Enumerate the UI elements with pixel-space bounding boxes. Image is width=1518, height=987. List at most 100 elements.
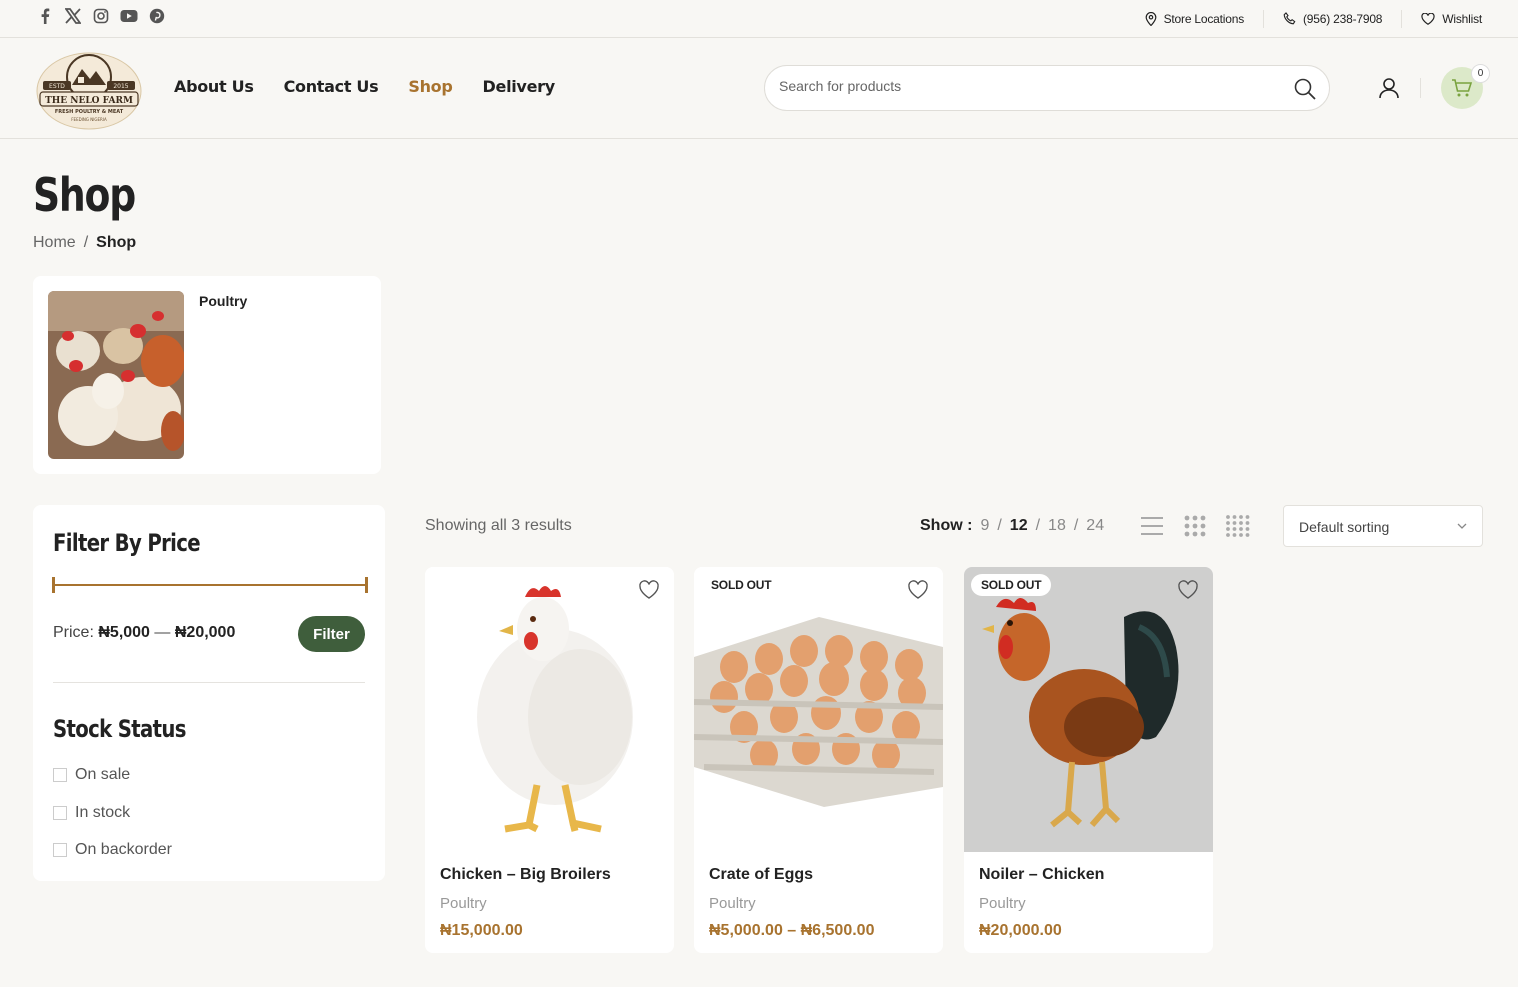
sort-value: Default sorting bbox=[1299, 519, 1390, 535]
product-price: ₦15,000.00 bbox=[440, 922, 523, 939]
product-name[interactable]: Chicken – Big Broilers bbox=[440, 866, 611, 884]
logo[interactable]: ESTD 2015 THE NELO FARM FRESH POULTRY & … bbox=[34, 47, 144, 131]
header-divider bbox=[1420, 78, 1421, 98]
stock-option-on-sale[interactable]: On sale bbox=[53, 766, 130, 784]
phone-link[interactable]: (956) 238-7908 bbox=[1264, 9, 1403, 28]
search-input[interactable] bbox=[779, 78, 1279, 94]
heart-icon[interactable] bbox=[1177, 579, 1199, 601]
price-max: ₦20,000 bbox=[174, 624, 236, 641]
top-bar: Store Locations (956) 238-7908 Wishlist bbox=[0, 0, 1518, 38]
product-name[interactable]: Noiler – Chicken bbox=[979, 866, 1104, 884]
price-label: Price: bbox=[53, 624, 94, 641]
price-dash: — bbox=[154, 624, 171, 641]
stock-option-in-stock[interactable]: In stock bbox=[53, 804, 130, 822]
heart-icon bbox=[1421, 12, 1435, 25]
search-box bbox=[764, 65, 1330, 111]
per-page-12[interactable]: 12 bbox=[1010, 517, 1028, 535]
sort-select[interactable]: Default sorting bbox=[1283, 505, 1483, 547]
checkbox[interactable] bbox=[53, 806, 67, 820]
checkbox[interactable] bbox=[53, 768, 67, 782]
product-image bbox=[694, 567, 943, 852]
search-icon[interactable] bbox=[1293, 77, 1317, 101]
product-image bbox=[964, 567, 1213, 852]
user-icon[interactable] bbox=[1377, 76, 1401, 100]
map-pin-icon bbox=[1145, 11, 1157, 26]
stock-option-on-backorder[interactable]: On backorder bbox=[53, 841, 172, 859]
x-icon[interactable] bbox=[64, 7, 82, 25]
filter-divider bbox=[53, 682, 365, 683]
chevron-down-icon bbox=[1457, 523, 1467, 529]
per-page-18[interactable]: 18 bbox=[1048, 517, 1066, 535]
wishlist-link[interactable]: Wishlist bbox=[1402, 10, 1482, 28]
logo-year: 2015 bbox=[113, 83, 128, 90]
breadcrumb-home[interactable]: Home bbox=[33, 234, 76, 252]
product-price: ₦20,000.00 bbox=[979, 922, 1062, 939]
product-category[interactable]: Poultry bbox=[440, 895, 487, 912]
price-slider-max-handle[interactable] bbox=[365, 577, 368, 593]
store-locations-label: Store Locations bbox=[1163, 11, 1245, 26]
heart-icon[interactable] bbox=[638, 579, 660, 601]
facebook-icon[interactable] bbox=[36, 7, 54, 25]
per-page-selector: Show : 9 / 12 / 18 / 24 bbox=[920, 517, 1104, 535]
per-page-sep: / bbox=[1073, 517, 1079, 534]
price-slider-min-handle[interactable] bbox=[52, 577, 55, 593]
heart-icon[interactable] bbox=[907, 579, 929, 601]
store-locations-link[interactable]: Store Locations bbox=[1126, 9, 1264, 28]
price-min: ₦5,000 bbox=[98, 624, 150, 641]
product-card[interactable]: SOLD OUT Crate of Eggs Poultry ₦5,000.00… bbox=[694, 567, 943, 953]
per-page-24[interactable]: 24 bbox=[1086, 517, 1104, 535]
logo-sub: FEEDING NIGERIA bbox=[71, 117, 107, 122]
logo-tagline: FRESH POULTRY & MEAT bbox=[55, 109, 124, 115]
product-category[interactable]: Poultry bbox=[979, 895, 1026, 912]
breadcrumb-separator: / bbox=[83, 234, 89, 251]
category-image bbox=[48, 291, 184, 459]
product-card[interactable]: Chicken – Big Broilers Poultry ₦15,000.0… bbox=[425, 567, 674, 953]
filter-sidebar: Filter By Price Price: ₦5,000 — ₦20,000 … bbox=[33, 505, 385, 881]
cart-count-badge: 0 bbox=[1471, 64, 1490, 83]
price-slider-track bbox=[52, 584, 368, 586]
stock-option-label: On sale bbox=[75, 766, 131, 783]
price-range-text: Price: ₦5,000 — ₦20,000 bbox=[53, 624, 235, 642]
product-card[interactable]: SOLD OUT Noiler – Chicken Poultry ₦20,00… bbox=[964, 567, 1213, 953]
per-page-sep: / bbox=[997, 517, 1002, 534]
pinterest-icon[interactable] bbox=[148, 7, 166, 25]
sold-out-badge: SOLD OUT bbox=[701, 574, 782, 596]
per-page-9[interactable]: 9 bbox=[980, 517, 989, 535]
checkbox[interactable] bbox=[53, 843, 67, 857]
category-card-poultry[interactable]: Poultry bbox=[33, 276, 381, 474]
instagram-icon[interactable] bbox=[92, 7, 110, 25]
nav-shop[interactable]: Shop bbox=[408, 77, 452, 96]
nav-delivery[interactable]: Delivery bbox=[483, 77, 556, 96]
phone-number: (956) 238-7908 bbox=[1303, 11, 1383, 26]
social-links bbox=[36, 7, 166, 25]
price-slider[interactable] bbox=[52, 577, 368, 593]
youtube-icon[interactable] bbox=[120, 7, 138, 25]
product-image bbox=[425, 567, 674, 852]
price-filter-title: Filter By Price bbox=[53, 529, 201, 557]
phone-icon bbox=[1283, 12, 1296, 25]
list-view-icon[interactable] bbox=[1140, 514, 1164, 538]
top-links: Store Locations (956) 238-7908 Wishlist bbox=[1126, 0, 1482, 37]
breadcrumb-current: Shop bbox=[96, 234, 137, 251]
grid-4-view-icon[interactable] bbox=[1225, 514, 1251, 538]
main-nav: About Us Contact Us Shop Delivery bbox=[174, 77, 555, 96]
results-count: Showing all 3 results bbox=[425, 517, 572, 534]
product-name[interactable]: Crate of Eggs bbox=[709, 866, 813, 884]
sold-out-badge: SOLD OUT bbox=[971, 574, 1052, 596]
cart-icon bbox=[1452, 79, 1473, 97]
category-name: Poultry bbox=[199, 293, 248, 309]
grid-3-view-icon[interactable] bbox=[1183, 514, 1207, 538]
stock-status-title: Stock Status bbox=[53, 715, 186, 743]
logo-estd: ESTD bbox=[49, 83, 65, 90]
filter-button[interactable]: Filter bbox=[298, 616, 365, 652]
page-title: Shop bbox=[33, 168, 136, 222]
wishlist-label: Wishlist bbox=[1442, 11, 1482, 26]
breadcrumb: Home / Shop bbox=[33, 234, 136, 252]
nav-about-us[interactable]: About Us bbox=[174, 77, 254, 96]
stock-option-label: On backorder bbox=[75, 841, 172, 858]
header: ESTD 2015 THE NELO FARM FRESH POULTRY & … bbox=[0, 38, 1518, 139]
product-category[interactable]: Poultry bbox=[709, 895, 756, 912]
stock-option-label: In stock bbox=[75, 804, 131, 821]
per-page-sep: / bbox=[1035, 517, 1041, 534]
nav-contact-us[interactable]: Contact Us bbox=[284, 77, 379, 96]
